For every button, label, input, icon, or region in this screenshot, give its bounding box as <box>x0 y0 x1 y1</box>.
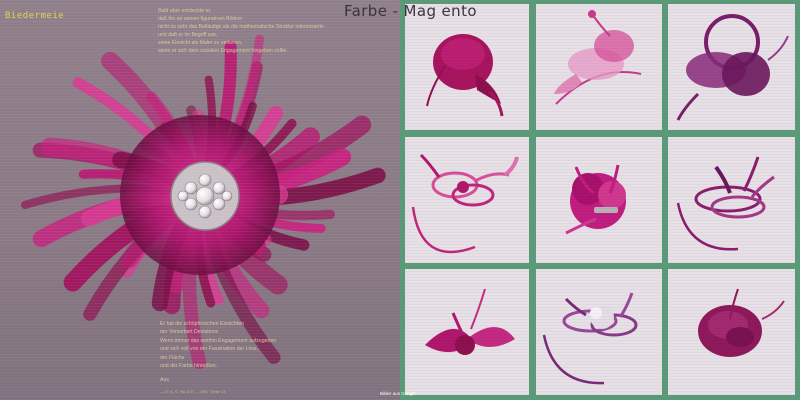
pearl <box>212 181 226 195</box>
fascinator-icon <box>426 34 504 117</box>
fascinator-icon <box>542 292 638 385</box>
fascinator-icon <box>676 156 775 251</box>
article-top-text: Bald aber entdeckte er, daß ihn an seine… <box>158 7 368 55</box>
pearl <box>221 190 233 202</box>
article-line: Wenn immer das weithin Engagement aufzug… <box>160 337 277 344</box>
product-tile-pink-mesh-bow[interactable] <box>536 4 662 130</box>
fascinator-icon <box>425 288 515 355</box>
product-tile-magenta-flower-clip[interactable] <box>536 137 662 263</box>
fascinator-icon <box>676 14 789 121</box>
pearl <box>195 186 215 206</box>
fascinator-icon <box>565 164 626 235</box>
product-tile-magenta-pillbox[interactable] <box>405 4 529 130</box>
article-line: nicht so sehr das Beiläufige als die mat… <box>158 24 324 30</box>
pearl <box>184 197 198 211</box>
product-tile-magenta-bow[interactable] <box>405 269 529 395</box>
pearl <box>184 181 198 195</box>
article-line: Er hat die schöpferischen Einsichten <box>160 321 244 327</box>
fascinator-icon <box>411 153 519 254</box>
article-line: seine Einsicht als Maler zu verlieren, <box>158 40 243 46</box>
article-line: der Vorsortiert Deviations <box>160 329 219 336</box>
fascinator-icon <box>554 10 642 105</box>
pearl <box>198 205 212 219</box>
corner-label: Biedermeie <box>5 11 65 21</box>
product-tile-burgundy-rose[interactable] <box>668 269 795 395</box>
article-line: und sich voll von der Faszination der Li… <box>160 346 259 353</box>
article-line: wenn er sich dem sozialen Engagement hin… <box>158 48 288 54</box>
article-line: und daß er im Begriff war, <box>158 32 218 38</box>
source-caption: Bilder aus Google <box>380 391 416 396</box>
article-line: Bald aber entdeckte er, <box>158 8 212 14</box>
product-tile-purple-sinamay-loop[interactable] <box>668 137 795 263</box>
article-line: und der Farbe hinreißen. <box>160 363 218 370</box>
product-image-grid <box>400 0 800 400</box>
pearl <box>212 197 226 211</box>
overlay-title: Farbe - Mag ento <box>344 2 477 20</box>
fascinator-icon <box>698 288 785 357</box>
product-tile-pink-feather-loop[interactable] <box>405 137 529 263</box>
left-photo-panel: Biedermeie Bald aber entdeckte er, daß i… <box>0 0 400 400</box>
article-line: daß ihn an seinen figurativen Bildern <box>158 16 243 22</box>
product-tile-purple-loop[interactable] <box>668 4 795 130</box>
product-tile-lilac-flower-loop[interactable] <box>536 269 662 395</box>
article-footnote-source: — D. A. S. Ha. D.E. -- 1987 /Seite 14 <box>160 389 226 394</box>
article-footnote: Aus <box>160 377 169 384</box>
article-bottom-text: Er hat die schöpferischen Einsichten der… <box>160 320 370 385</box>
pearl <box>177 190 189 202</box>
pearl <box>198 173 212 187</box>
article-line: der Fläche <box>160 354 185 361</box>
